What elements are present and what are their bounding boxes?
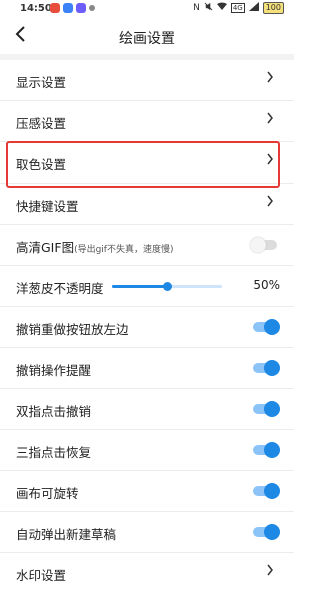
row-label: 压感设置 (16, 116, 67, 131)
status-time: 14:50 (20, 3, 52, 14)
settings-row-auto-new-draft: 自动弹出新建草稿 (0, 512, 294, 553)
row-label: 撤销操作提醒 (16, 363, 92, 378)
row-label: 双指点击撤销 (16, 404, 92, 419)
settings-row-two-finger-undo: 双指点击撤销 (0, 389, 294, 430)
canvas-rotate-toggle[interactable] (250, 483, 280, 499)
row-label: 洋葱皮不透明度 (16, 281, 104, 296)
settings-row-display[interactable]: 显示设置 (0, 60, 294, 101)
status-app-icons (50, 3, 95, 13)
two-finger-undo-toggle[interactable] (250, 401, 280, 417)
three-finger-redo-toggle[interactable] (250, 442, 280, 458)
settings-row-onion-opacity: 洋葱皮不透明度 50% (0, 266, 294, 307)
row-label: 快捷键设置 (16, 199, 79, 214)
settings-row-color-pick[interactable]: 取色设置 (0, 141, 294, 188)
settings-row-watermark[interactable]: 水印设置 (0, 553, 294, 594)
status-right-icons: N 4G 100 (193, 2, 284, 14)
notification-app-icon (63, 3, 73, 13)
row-label: 自动弹出新建草稿 (16, 527, 117, 542)
page-title: 绘画设置 (119, 31, 175, 47)
row-label: 取色设置 (16, 157, 67, 172)
row-label: 显示设置 (16, 75, 67, 90)
row-label-main: 高清GIF图 (16, 240, 75, 255)
header: 绘画设置 (0, 18, 294, 54)
chevron-right-icon (266, 70, 274, 88)
chevron-right-icon (266, 111, 274, 129)
notification-app-icon (76, 3, 86, 13)
slider-thumb[interactable] (162, 282, 172, 291)
undo-left-toggle[interactable] (250, 319, 280, 335)
chevron-right-icon (266, 563, 274, 581)
settings-row-undo-left: 撤销重做按钮放左边 (0, 307, 294, 348)
onion-opacity-slider[interactable] (112, 282, 222, 291)
network-4g-icon: 4G (230, 3, 245, 13)
row-label: 撤销重做按钮放左边 (16, 322, 129, 337)
row-label: 三指点击恢复 (16, 445, 92, 460)
settings-list: 显示设置 压感设置 取色设置 快捷键设置 高清GIF图(导出gif不失真，速度慢… (0, 60, 294, 594)
hd-gif-toggle[interactable] (250, 237, 280, 253)
settings-row-shortcuts[interactable]: 快捷键设置 (0, 184, 294, 225)
settings-row-three-finger-redo: 三指点击恢复 (0, 430, 294, 471)
settings-row-pressure[interactable]: 压感设置 (0, 101, 294, 142)
notification-app-icon (50, 3, 60, 13)
status-bar: 14:50 N 4G 100 (0, 0, 294, 18)
battery-icon: 100 (262, 2, 284, 14)
chevron-right-icon (266, 194, 274, 212)
row-sublabel: (导出gif不失真，速度慢) (74, 245, 174, 255)
chevron-right-icon (266, 152, 274, 170)
wifi-icon (216, 2, 227, 14)
row-label: 高清GIF图(导出gif不失真，速度慢) (16, 237, 173, 256)
nfc-icon: N (193, 3, 200, 13)
row-label: 水印设置 (16, 568, 67, 583)
undo-reminder-toggle[interactable] (250, 360, 280, 376)
settings-row-hd-gif: 高清GIF图(导出gif不失真，速度慢) (0, 225, 294, 266)
settings-row-canvas-rotate: 画布可旋转 (0, 471, 294, 512)
signal-icon (248, 2, 259, 14)
notification-app-icon (89, 5, 95, 11)
mute-icon (204, 2, 213, 14)
settings-row-undo-reminder: 撤销操作提醒 (0, 348, 294, 389)
row-label: 画布可旋转 (16, 486, 79, 501)
auto-new-draft-toggle[interactable] (250, 524, 280, 540)
slider-value: 50% (253, 278, 280, 292)
